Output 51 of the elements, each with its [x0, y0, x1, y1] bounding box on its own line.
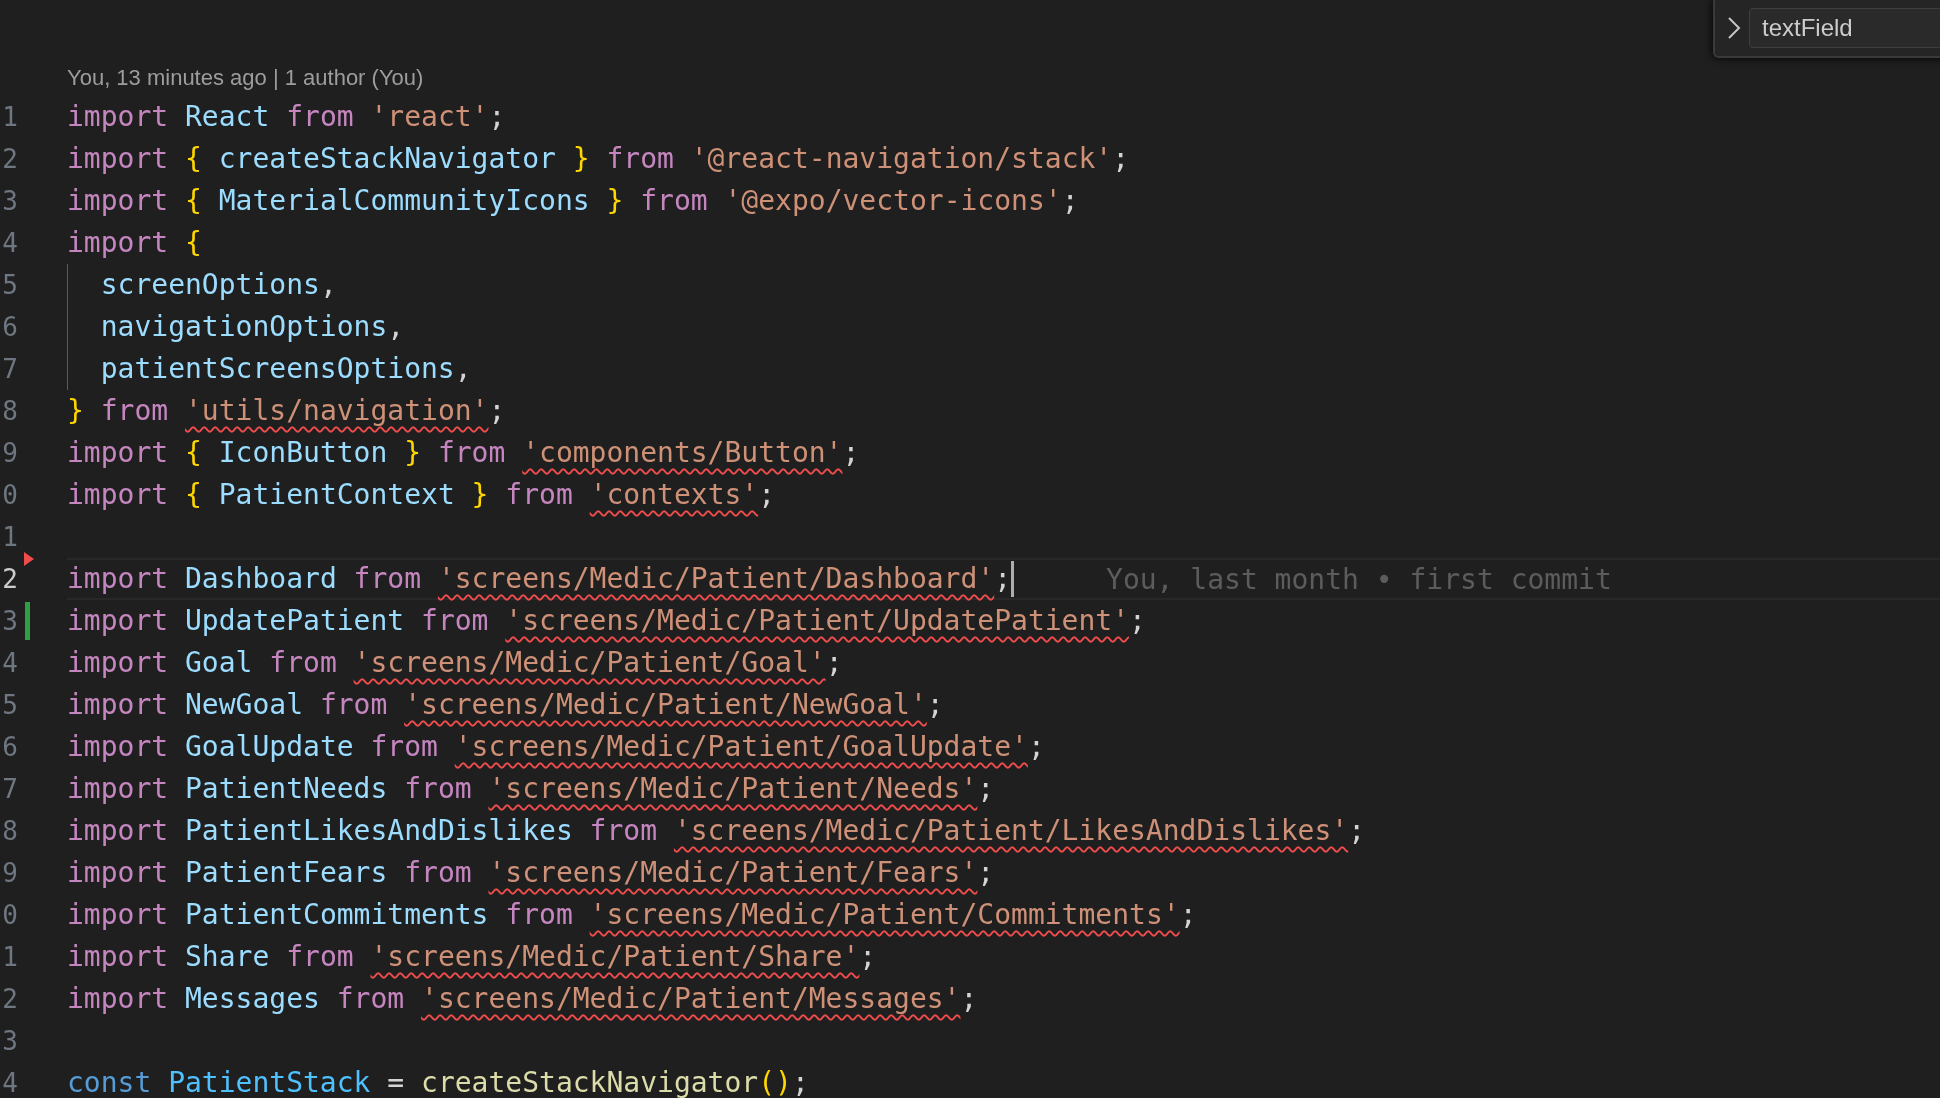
- chevron-icon: [1727, 16, 1741, 40]
- line-number: 5: [1, 269, 18, 302]
- code-line: import GoalUpdate from 'screens/Medic/Patient/GoalUpdate';: [67, 730, 1045, 764]
- line-number: 3: [1, 1025, 18, 1058]
- line-number: 6: [1, 731, 18, 764]
- code-line: import PatientLikesAndDislikes from 'screens/Medic/Patient/LikesAndDislikes';: [67, 814, 1366, 848]
- code-line: screenOptions,: [99, 268, 337, 302]
- blame-annotation: You, last month • first commit: [1106, 562, 1612, 596]
- line-number: 2: [1, 983, 18, 1016]
- code-line: import {: [67, 226, 202, 260]
- line-number: 1: [1, 521, 18, 554]
- line-number: 1: [1, 941, 18, 974]
- code-line: import { MaterialCommunityIcons } from '@expo/vector-icons';: [67, 184, 1079, 218]
- line-number: 4: [1, 1067, 18, 1098]
- code-line: import PatientNeeds from 'screens/Medic/Patient/Needs';: [67, 772, 995, 806]
- line-number: 0: [1, 899, 18, 932]
- text-cursor: [1011, 561, 1015, 597]
- code-line: import NewGoal from 'screens/Medic/Patient/NewGoal';: [67, 688, 944, 722]
- line-number: 9: [1, 437, 18, 470]
- line-number: 3: [1, 185, 18, 218]
- code-line: navigationOptions,: [99, 310, 405, 344]
- line-number: 0: [1, 479, 18, 512]
- code-line: } from 'utils/navigation';: [67, 394, 506, 428]
- code-line: const PatientStack = createStackNavigator();: [67, 1066, 809, 1098]
- line-number: 2: [1, 143, 18, 176]
- code-line: import PatientFears from 'screens/Medic/Patient/Fears';: [67, 856, 995, 890]
- line-number: 4: [1, 227, 18, 260]
- code-line: import React from 'react';: [67, 100, 506, 134]
- code-line: import UpdatePatient from 'screens/Medic/Patient/UpdatePatient';: [67, 604, 1146, 638]
- line-number: 8: [1, 395, 18, 428]
- line-number: 7: [1, 353, 18, 386]
- code-line: import PatientCommitments from 'screens/Medic/Patient/Commitments';: [67, 898, 1197, 932]
- line-number: 5: [1, 689, 18, 722]
- code-line: import Goal from 'screens/Medic/Patient/Goal';: [67, 646, 843, 680]
- line-number: 2: [1, 563, 18, 596]
- code-line: import { PatientContext } from 'contexts';: [67, 478, 776, 512]
- find-input-field[interactable]: textField: [1749, 8, 1940, 48]
- line-number: 7: [1, 773, 18, 806]
- code-line: import { IconButton } from 'components/Button';: [67, 436, 860, 470]
- code-line: import { createStackNavigator } from '@react-navigation/stack';: [67, 142, 1130, 176]
- line-number: 9: [1, 857, 18, 890]
- code-line: import Share from 'screens/Medic/Patient/Share';: [67, 940, 877, 974]
- line-number: 6: [1, 311, 18, 344]
- line-number: 3: [1, 605, 18, 638]
- codelens-text[interactable]: You, 13 minutes ago | 1 author (You): [67, 65, 424, 91]
- line-number: 1: [1, 101, 18, 134]
- code-line: import Dashboard from 'screens/Medic/Patient/Dashboard';: [67, 562, 1012, 596]
- code-line: patientScreensOptions,: [99, 352, 472, 386]
- line-number: 4: [1, 647, 18, 680]
- line-number: 8: [1, 815, 18, 848]
- code-line: import Messages from 'screens/Medic/Patient/Messages';: [67, 982, 978, 1016]
